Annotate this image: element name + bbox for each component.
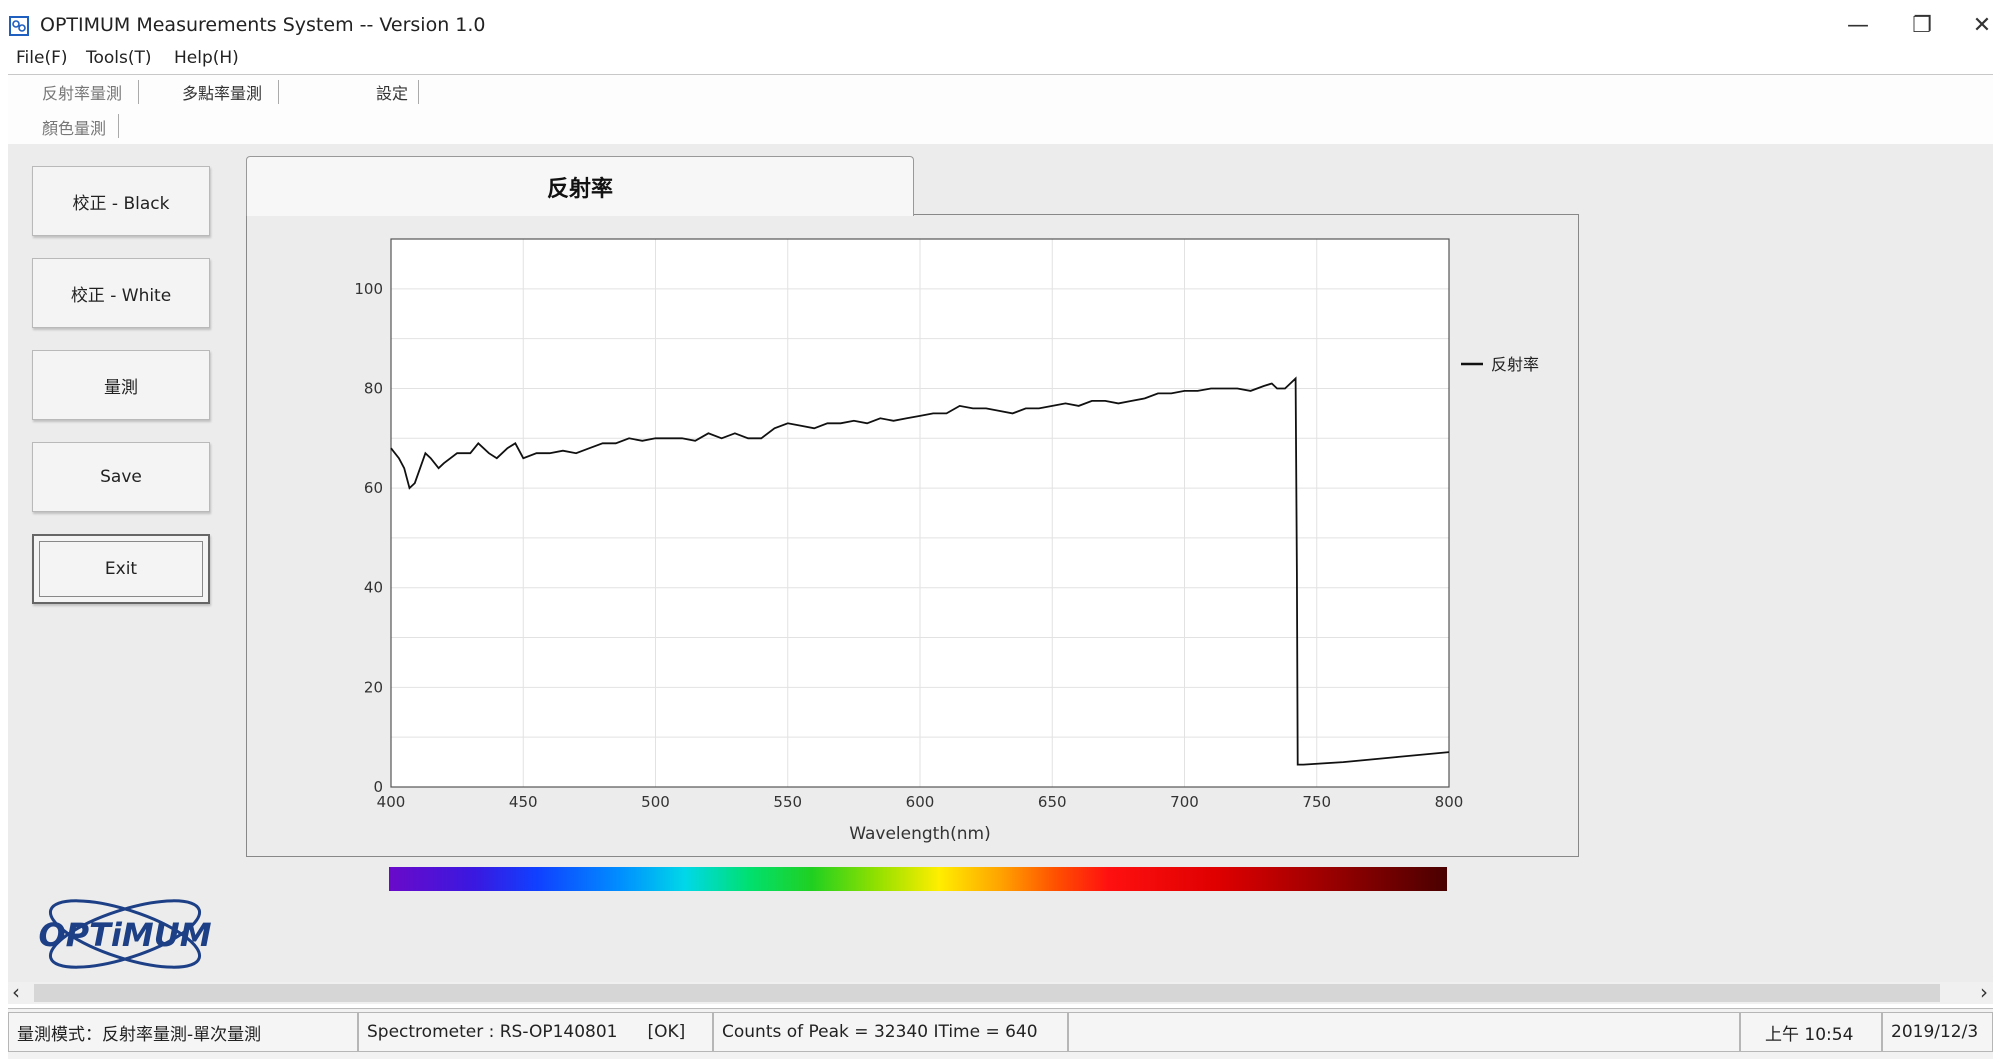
x-tick-label: 700 xyxy=(1170,793,1199,811)
y-tick-label: 80 xyxy=(364,379,383,397)
save-button[interactable]: Save xyxy=(32,442,210,512)
spectrometer-id: Spectrometer : RS-OP140801 xyxy=(367,1022,618,1042)
exit-button-label: Exit xyxy=(39,541,203,597)
spectrometer-status: [OK] xyxy=(647,1022,686,1042)
tab-divider xyxy=(278,80,279,104)
restore-icon[interactable]: ❐ xyxy=(1902,10,1942,42)
calibrate-white-button[interactable]: 校正 - White xyxy=(32,258,210,328)
tab-divider xyxy=(418,80,419,104)
menu-help[interactable]: Help(H) xyxy=(174,48,239,68)
chart-tab[interactable]: 反射率 xyxy=(246,156,914,216)
optimum-logo: OPTiMUM xyxy=(38,899,212,969)
window-title: OPTIMUM Measurements System -- Version 1… xyxy=(40,14,486,36)
tab-color-measure[interactable]: 顏色量測 xyxy=(42,115,106,139)
spectrum-color-bar xyxy=(389,867,1447,891)
tab-divider xyxy=(138,80,139,104)
tab-reflectance-measure[interactable]: 反射率量測 xyxy=(42,80,122,104)
x-tick-label: 800 xyxy=(1435,793,1464,811)
status-mode: 量測模式：反射率量測-單次量測 xyxy=(8,1012,358,1052)
tab-divider xyxy=(118,114,119,138)
status-spectrometer: Spectrometer : RS-OP140801 [OK] xyxy=(358,1012,713,1052)
measure-button[interactable]: 量測 xyxy=(32,350,210,420)
tab-strip-top xyxy=(8,74,1993,111)
status-date: 2019/12/3 xyxy=(1882,1012,1993,1052)
status-time: 上午 10:54 xyxy=(1740,1012,1882,1052)
logo-text: OPTiMUM xyxy=(38,916,211,954)
x-tick-label: 750 xyxy=(1302,793,1331,811)
menu-file[interactable]: File(F) xyxy=(16,48,68,68)
reflectance-chart: 400 450 500 550 600 650 700 750 800020406080100W… xyxy=(354,238,1539,844)
x-tick-label: 550 xyxy=(773,793,802,811)
calibrate-black-button[interactable]: 校正 - Black xyxy=(32,166,210,236)
tab-settings[interactable]: 設定 xyxy=(376,80,408,104)
legend-label: 反射率 xyxy=(1491,355,1539,374)
y-tick-label: 20 xyxy=(364,678,383,696)
tab-strip-bottom xyxy=(8,110,1993,145)
scroll-right-icon[interactable]: › xyxy=(1980,980,1988,1004)
x-tick-label: 600 xyxy=(906,793,935,811)
x-tick-label: 500 xyxy=(641,793,670,811)
status-empty xyxy=(1068,1012,1740,1052)
close-icon[interactable]: ✕ xyxy=(1962,10,2000,42)
x-tick-label: 450 xyxy=(509,793,538,811)
y-tick-label: 60 xyxy=(364,479,383,497)
x-tick-label: 650 xyxy=(1038,793,1067,811)
y-tick-label: 40 xyxy=(364,579,383,597)
app-icon xyxy=(9,16,29,36)
status-counts: Counts of Peak = 32340 ITime = 640 xyxy=(713,1012,1068,1052)
menu-tools[interactable]: Tools(T) xyxy=(86,48,152,68)
scrollbar-thumb[interactable] xyxy=(34,984,1940,1002)
x-axis-label: Wavelength(nm) xyxy=(849,824,990,844)
y-tick-label: 100 xyxy=(354,280,383,298)
tab-multipoint-measure[interactable]: 多點率量測 xyxy=(182,80,262,104)
scroll-left-icon[interactable]: ‹ xyxy=(12,980,20,1004)
exit-button[interactable]: Exit xyxy=(32,534,210,604)
minimize-icon[interactable]: — xyxy=(1838,10,1878,42)
menu-bar xyxy=(0,48,2000,74)
y-tick-label: 0 xyxy=(373,778,383,796)
